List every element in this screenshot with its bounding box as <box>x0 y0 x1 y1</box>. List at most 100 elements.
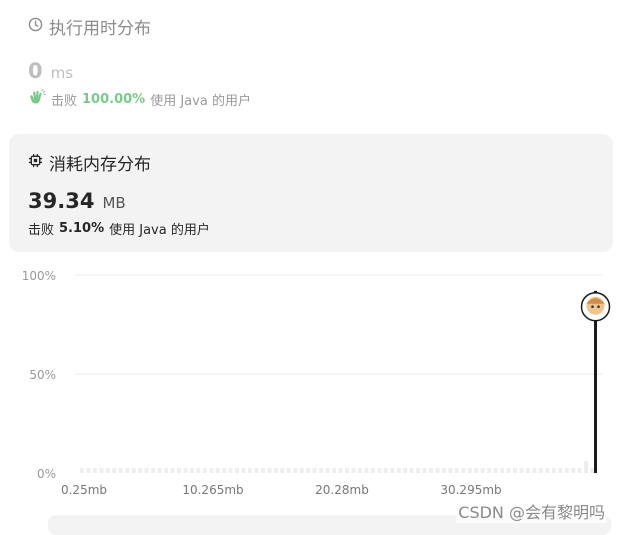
runtime-unit: ms <box>50 64 74 82</box>
bar[interactable] <box>551 468 556 473</box>
bar[interactable] <box>254 468 259 473</box>
bar[interactable] <box>144 468 149 473</box>
bar[interactable] <box>241 468 246 473</box>
bar[interactable] <box>235 468 240 473</box>
bar[interactable] <box>577 468 582 473</box>
bar[interactable] <box>280 468 285 473</box>
bar[interactable] <box>222 468 227 473</box>
bar[interactable] <box>519 468 524 473</box>
bar[interactable] <box>538 468 543 473</box>
bar[interactable] <box>409 468 414 473</box>
bar[interactable] <box>571 468 576 473</box>
memory-value-row: 39.34 MB <box>28 189 594 213</box>
bar[interactable] <box>429 468 433 473</box>
bar[interactable] <box>525 468 530 473</box>
runtime-header: 执行用时分布 <box>28 14 588 39</box>
bar[interactable] <box>92 468 97 473</box>
bar[interactable] <box>422 468 427 473</box>
bar[interactable] <box>474 468 479 473</box>
clock-icon <box>28 17 43 37</box>
bar[interactable] <box>183 468 188 473</box>
bar[interactable] <box>351 468 356 473</box>
clap-icon <box>28 89 46 109</box>
bar[interactable] <box>584 461 589 473</box>
bar[interactable] <box>448 468 453 473</box>
bar[interactable] <box>202 468 207 473</box>
bar[interactable] <box>228 468 233 473</box>
bar[interactable] <box>293 468 298 473</box>
runtime-beat-suffix: 使用 Java 的用户 <box>150 93 251 109</box>
bar[interactable] <box>545 468 550 473</box>
bar[interactable] <box>319 468 324 473</box>
bar[interactable] <box>189 468 194 473</box>
bar[interactable] <box>590 468 595 473</box>
bar[interactable] <box>558 468 563 473</box>
bar[interactable] <box>164 468 168 473</box>
bar[interactable] <box>209 468 214 473</box>
runtime-beat: 击败 100.00% 使用 Java 的用户 <box>28 89 588 109</box>
bar[interactable] <box>157 468 162 473</box>
bar[interactable] <box>112 468 117 473</box>
bar[interactable] <box>564 468 569 473</box>
y-tick-label: 0% <box>37 467 56 481</box>
bar[interactable] <box>435 468 440 473</box>
bar[interactable] <box>377 468 382 473</box>
bar[interactable] <box>493 468 498 473</box>
bar[interactable] <box>454 468 459 473</box>
bar[interactable] <box>273 468 278 473</box>
bar[interactable] <box>506 468 511 473</box>
runtime-value: 0 <box>28 59 43 83</box>
bar[interactable] <box>170 468 175 473</box>
bar[interactable] <box>118 468 123 473</box>
memory-beat: 击败 5.10% 使用 Java 的用户 <box>28 219 594 238</box>
memory-distribution-chart[interactable]: 100% 50% 0% 0.25mb 10.265mb 20.28mb 30.295mb <box>0 262 621 502</box>
bar[interactable] <box>138 468 143 473</box>
bar[interactable] <box>396 468 401 473</box>
bar[interactable] <box>383 468 388 473</box>
runtime-beat-percent: 100.00% <box>82 91 146 107</box>
memory-beat-suffix: 使用 Java 的用户 <box>109 223 210 238</box>
bar[interactable] <box>80 468 84 473</box>
bar[interactable] <box>306 468 311 473</box>
bar[interactable] <box>99 468 104 473</box>
runtime-value-row: 0 ms <box>28 59 588 83</box>
memory-unit: MB <box>102 194 126 212</box>
bar[interactable] <box>500 468 505 473</box>
bar[interactable] <box>480 468 485 473</box>
bar[interactable] <box>248 468 252 473</box>
runtime-beat-prefix: 击败 <box>51 93 78 109</box>
bar[interactable] <box>345 468 349 473</box>
bar[interactable] <box>125 468 130 473</box>
bar[interactable] <box>131 468 136 473</box>
bar[interactable] <box>513 468 517 473</box>
bar[interactable] <box>215 468 220 473</box>
bar[interactable] <box>267 468 272 473</box>
bar[interactable] <box>357 468 362 473</box>
bar[interactable] <box>286 468 291 473</box>
bar[interactable] <box>403 468 408 473</box>
bar[interactable] <box>105 468 110 473</box>
bar[interactable] <box>487 468 492 473</box>
bar[interactable] <box>532 468 537 473</box>
bar[interactable] <box>261 468 265 473</box>
bar[interactable] <box>416 468 421 473</box>
x-tick-label: 10.265mb <box>182 483 243 497</box>
bar[interactable] <box>299 468 304 473</box>
bar[interactable] <box>176 468 181 473</box>
bar[interactable] <box>467 468 472 473</box>
runtime-title: 执行用时分布 <box>49 19 151 39</box>
bar[interactable] <box>370 468 375 473</box>
bar[interactable] <box>312 468 317 473</box>
bar[interactable] <box>390 468 395 473</box>
bar[interactable] <box>151 468 156 473</box>
bar[interactable] <box>338 468 343 473</box>
bar[interactable] <box>364 468 369 473</box>
bar[interactable] <box>86 468 91 473</box>
bar[interactable] <box>196 468 201 473</box>
watermark: CSDN @会有黎明吗 <box>456 499 607 523</box>
bar[interactable] <box>461 468 466 473</box>
bar[interactable] <box>325 468 330 473</box>
bar[interactable] <box>332 468 336 473</box>
bar[interactable] <box>441 468 446 473</box>
memory-card[interactable]: 消耗内存分布 39.34 MB 击败 5.10% 使用 Java 的用户 <box>9 134 613 252</box>
